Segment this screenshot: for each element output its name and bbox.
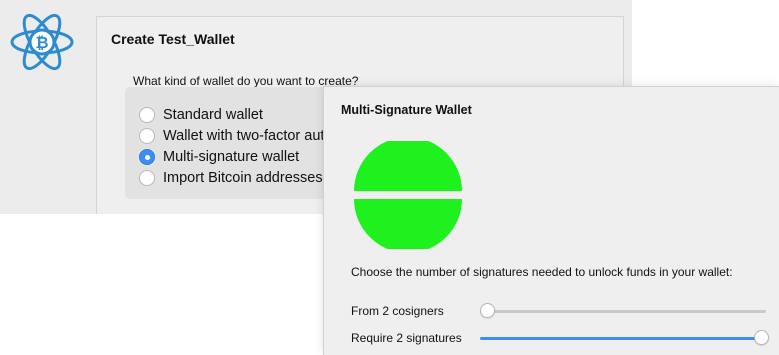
slider-track-filled [480,337,760,340]
slider-thumb[interactable] [480,303,495,318]
radio-button[interactable] [139,107,155,123]
signatures-slider[interactable] [480,328,770,348]
cosigners-label: From 2 cosigners [351,304,444,318]
svg-text:₿: ₿ [35,34,48,52]
slider-track [484,310,766,313]
multisig-wallet-window: Multi-Signature Wallet Choose the number… [323,86,779,355]
radio-button[interactable] [139,170,155,186]
cosigners-slider[interactable] [480,301,766,321]
electrum-logo-icon: ₿ [10,13,74,71]
signature-quorum-icon [354,141,462,249]
option-label: Standard wallet [163,107,263,123]
option-label: Multi-signature wallet [163,149,300,165]
signatures-description: Choose the number of signatures needed t… [351,265,733,279]
slider-thumb[interactable] [754,330,769,345]
option-standard-wallet[interactable]: Standard wallet [139,105,263,125]
radio-button-selected[interactable] [139,149,155,165]
option-multisig-wallet[interactable]: Multi-signature wallet [139,147,299,167]
radio-button[interactable] [139,128,155,144]
dialog-title: Create Test_Wallet [111,31,235,47]
signatures-label: Require 2 signatures [351,331,462,345]
dialog-title: Multi-Signature Wallet [341,103,472,117]
